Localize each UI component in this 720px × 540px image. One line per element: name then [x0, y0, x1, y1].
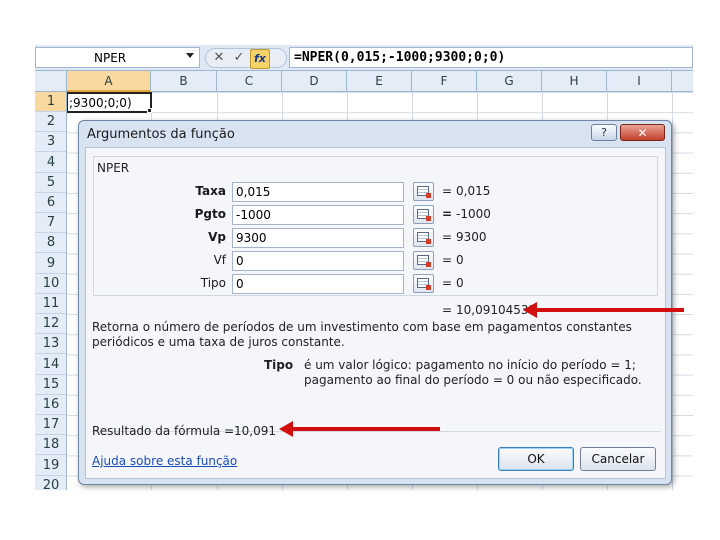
row-header-4[interactable]: 4 — [35, 153, 66, 173]
active-cell-a1[interactable]: ;9300;0;0) — [67, 92, 152, 113]
equals-sign: = — [442, 207, 453, 221]
arg-input-vp[interactable]: 9300 — [232, 228, 404, 248]
equals-sign: = — [442, 253, 453, 267]
dialog-title: Argumentos da função — [87, 127, 235, 142]
row-header-11[interactable]: 11 — [35, 294, 66, 314]
function-description: Retorna o número de períodos de um inves… — [92, 320, 632, 349]
select-all-corner[interactable] — [35, 71, 67, 92]
cancel-x-icon[interactable]: ✕ — [210, 49, 228, 67]
arg-label-pgto: Pgto — [194, 207, 226, 221]
annotation-arrow-head-icon — [523, 302, 537, 318]
row-header-5[interactable]: 5 — [35, 173, 66, 193]
row-header-17[interactable]: 17 — [35, 415, 66, 436]
column-header-a[interactable]: A — [67, 71, 151, 92]
range-picker-icon[interactable] — [413, 251, 434, 270]
range-picker-icon[interactable] — [413, 205, 434, 224]
function-name: NPER — [97, 161, 130, 175]
column-header-g[interactable]: G — [477, 71, 542, 92]
row-header-2[interactable]: 2 — [35, 112, 66, 133]
ok-button[interactable]: OK — [498, 447, 574, 471]
enter-check-icon[interactable]: ✓ — [230, 49, 248, 67]
help-link[interactable]: Ajuda sobre esta função — [92, 454, 237, 468]
formula-buttons: ✕ ✓ fx — [205, 48, 287, 69]
column-header-d[interactable]: D — [282, 71, 347, 92]
function-fx-icon[interactable]: fx — [250, 49, 270, 69]
formula-result-label: Resultado da fórmula = — [92, 424, 235, 438]
range-picker-icon[interactable] — [413, 182, 434, 201]
column-header-f[interactable]: F — [412, 71, 477, 92]
row-header-10[interactable]: 10 — [35, 274, 66, 294]
row-header-15[interactable]: 15 — [35, 375, 66, 395]
arg-label-taxa: Taxa — [195, 184, 226, 198]
arg-label-tipo: Tipo — [200, 276, 226, 290]
row-header-19[interactable]: 19 — [35, 456, 66, 476]
arg-label-vf: Vf — [213, 253, 226, 267]
annotation-arrow-line — [536, 308, 684, 312]
arg-help-text: é um valor lógico: pagamento no início d… — [304, 358, 642, 387]
column-header-h[interactable]: H — [542, 71, 607, 92]
equals-sign: = — [442, 276, 453, 290]
arg-result-taxa: 0,015 — [456, 184, 491, 198]
row-header-9[interactable]: 9 — [35, 254, 66, 274]
close-icon[interactable]: ✕ — [620, 124, 665, 141]
row-header-16[interactable]: 16 — [35, 395, 66, 415]
formula-bar: NPER ✕ ✓ fx =NPER(0,015;-1000;9300;0;0) — [35, 45, 693, 71]
help-icon[interactable]: ? — [591, 124, 617, 141]
arg-input-vf[interactable]: 0 — [232, 251, 404, 271]
cancel-button[interactable]: Cancelar — [580, 447, 656, 471]
row-header-1[interactable]: 1 — [35, 92, 66, 112]
row-header-3[interactable]: 3 — [35, 132, 66, 153]
column-header-b[interactable]: B — [151, 71, 217, 92]
fill-handle[interactable] — [147, 108, 152, 113]
column-header: A B C D E F G H I — [35, 71, 693, 92]
equals-sign: = — [442, 230, 453, 244]
row-header-6[interactable]: 6 — [35, 193, 66, 213]
equals-sign: = — [442, 303, 453, 317]
formula-input[interactable]: =NPER(0,015;-1000;9300;0;0) — [289, 47, 693, 68]
row-header-7[interactable]: 7 — [35, 213, 66, 234]
arg-input-tipo[interactable]: 0 — [232, 274, 404, 294]
equals-sign: = — [442, 184, 453, 198]
annotation-arrow-line — [292, 427, 440, 431]
row-header-8[interactable]: 8 — [35, 233, 66, 254]
range-picker-icon[interactable] — [413, 228, 434, 247]
arg-label-vp: Vp — [208, 230, 226, 244]
arg-result-tipo: 0 — [456, 276, 464, 290]
column-header-i[interactable]: I — [607, 71, 672, 92]
arg-input-pgto[interactable]: -1000 — [232, 205, 404, 225]
grid-line — [672, 92, 673, 490]
range-picker-icon[interactable] — [413, 274, 434, 293]
row-header-20[interactable]: 20 — [35, 476, 66, 490]
annotation-arrow-head-icon — [279, 421, 293, 437]
row-header-18[interactable]: 18 — [35, 435, 66, 456]
arg-input-taxa[interactable]: 0,015 — [232, 182, 404, 202]
name-box[interactable]: NPER — [35, 47, 200, 68]
formula-result-value: 10,091 — [234, 424, 276, 438]
column-header-e[interactable]: E — [347, 71, 412, 92]
column-header-c[interactable]: C — [217, 71, 282, 92]
row-header-13[interactable]: 13 — [35, 334, 66, 355]
arg-result-vp: 9300 — [456, 230, 487, 244]
arg-result-pgto: -1000 — [456, 207, 491, 221]
arg-result-vf: 0 — [456, 253, 464, 267]
arg-help-name: Tipo — [264, 358, 294, 372]
name-box-dropdown-icon[interactable] — [186, 53, 194, 58]
row-header: 1 2 3 4 5 6 7 8 9 10 11 12 13 14 15 16 1… — [35, 92, 67, 490]
row-header-12[interactable]: 12 — [35, 314, 66, 335]
row-header-14[interactable]: 14 — [35, 355, 66, 375]
